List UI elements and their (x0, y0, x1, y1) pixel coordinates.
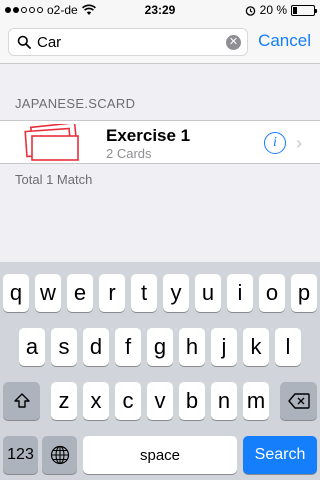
shift-key[interactable] (3, 382, 40, 420)
key-e[interactable]: e (67, 274, 93, 312)
space-key[interactable]: space (83, 436, 237, 474)
key-p[interactable]: p (291, 274, 317, 312)
key-s[interactable]: s (51, 328, 77, 366)
shift-icon (13, 393, 30, 408)
result-title: Exercise 1 (106, 126, 191, 145)
key-w[interactable]: w (35, 274, 61, 312)
key-g[interactable]: g (147, 328, 173, 366)
key-k[interactable]: k (243, 328, 269, 366)
keyboard: qwertyuiop asdfghjkl zxcvbnm 123 space S… (0, 262, 320, 480)
results-footer: Total 1 Match (0, 164, 320, 262)
globe-key[interactable] (42, 436, 77, 474)
key-j[interactable]: j (211, 328, 237, 366)
section-header: JAPANESE.SCARD (0, 64, 320, 120)
key-r[interactable]: r (99, 274, 125, 312)
search-field[interactable]: ✕ (8, 28, 248, 56)
key-q[interactable]: q (3, 274, 29, 312)
key-n[interactable]: n (211, 382, 237, 420)
search-key[interactable]: Search (243, 436, 317, 474)
result-subtitle: 2 Cards (106, 146, 152, 161)
key-c[interactable]: c (115, 382, 141, 420)
key-x[interactable]: x (83, 382, 109, 420)
numbers-key[interactable]: 123 (3, 436, 38, 474)
backspace-icon (287, 393, 310, 409)
chevron-right-icon: › (296, 133, 302, 153)
battery-percent: 20 % (259, 3, 287, 17)
key-v[interactable]: v (147, 382, 173, 420)
cancel-button[interactable]: Cancel (258, 31, 311, 51)
key-u[interactable]: u (195, 274, 221, 312)
key-y[interactable]: y (163, 274, 189, 312)
key-h[interactable]: h (179, 328, 205, 366)
key-f[interactable]: f (115, 328, 141, 366)
key-o[interactable]: o (259, 274, 285, 312)
globe-icon (50, 445, 69, 465)
clear-text-icon[interactable]: ✕ (226, 35, 241, 50)
status-bar: o2-de 23:29 20 % (0, 0, 320, 20)
key-b[interactable]: b (179, 382, 205, 420)
search-icon (17, 35, 31, 49)
battery-icon (291, 4, 317, 16)
info-icon[interactable]: i (264, 132, 286, 154)
key-m[interactable]: m (243, 382, 269, 420)
key-l[interactable]: l (275, 328, 301, 366)
result-row[interactable]: Exercise 1 2 Cards i › (0, 120, 320, 164)
key-z[interactable]: z (51, 382, 77, 420)
key-t[interactable]: t (131, 274, 157, 312)
key-d[interactable]: d (83, 328, 109, 366)
battery-group: 20 % (245, 3, 317, 17)
section-title: JAPANESE.SCARD (15, 96, 136, 111)
search-input[interactable] (37, 31, 217, 53)
search-bar: ✕ Cancel (0, 20, 320, 64)
backspace-key[interactable] (280, 382, 317, 420)
key-a[interactable]: a (19, 328, 45, 366)
match-count: Total 1 Match (15, 172, 93, 187)
alarm-clock-icon (245, 5, 255, 16)
key-i[interactable]: i (227, 274, 253, 312)
flashcards-icon (24, 124, 79, 161)
